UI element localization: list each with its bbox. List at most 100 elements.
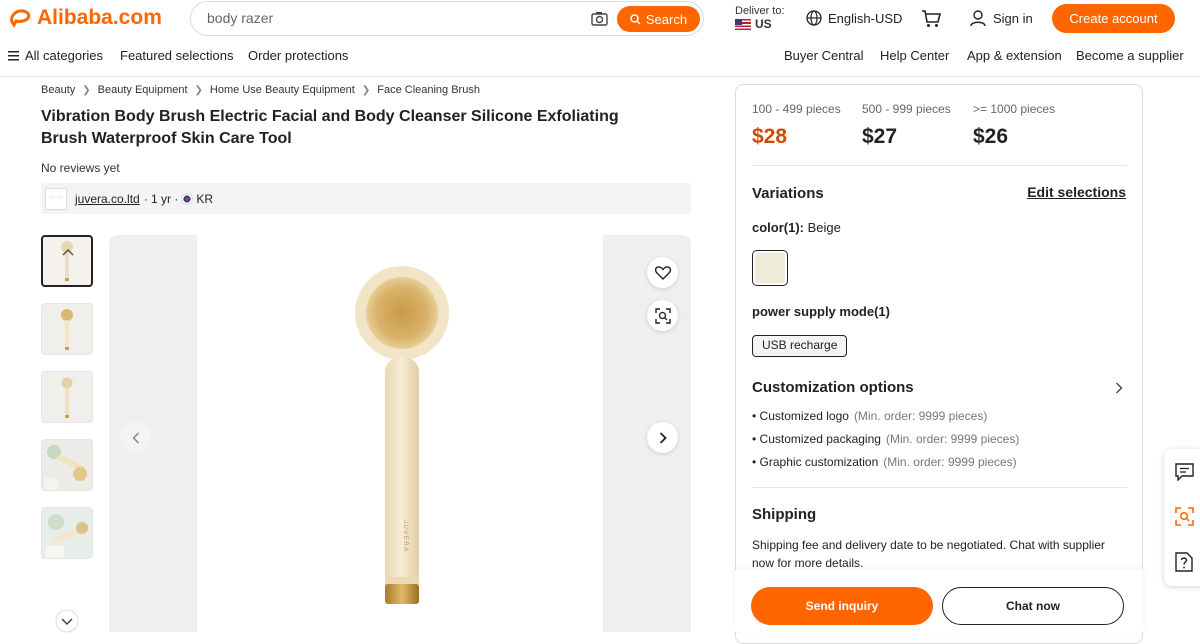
- power-option-usb[interactable]: USB recharge: [752, 335, 848, 357]
- breadcrumb: Beauty ❯ Beauty Equipment ❯ Home Use Bea…: [41, 84, 480, 96]
- breadcrumb-item[interactable]: Home Use Beauty Equipment: [210, 84, 355, 96]
- all-categories-label: All categories: [25, 48, 104, 63]
- nav-order-protections[interactable]: Order protections: [248, 48, 348, 63]
- thumbnail-image[interactable]: [41, 371, 93, 423]
- image-search-side-button[interactable]: [1175, 507, 1194, 531]
- chevron-up-icon[interactable]: [62, 248, 74, 256]
- nav-become-supplier[interactable]: Become a supplier: [1076, 48, 1184, 63]
- menu-icon: [8, 50, 19, 60]
- customization-title: Customization options: [752, 379, 914, 396]
- help-document-icon: [1175, 552, 1193, 572]
- price-tier-price: $28: [752, 125, 788, 148]
- customization-name: Graphic customization: [759, 455, 879, 469]
- all-categories-menu[interactable]: All categories: [8, 48, 103, 63]
- chevron-right-icon: ❯: [194, 84, 203, 96]
- alibaba-logo-icon: [10, 9, 31, 28]
- color-option-label: color(1): Beige: [752, 220, 841, 235]
- language-label: English-USD: [828, 10, 903, 26]
- customization-name: Customized packaging: [759, 432, 881, 446]
- chevron-left-icon: [131, 431, 139, 444]
- edit-selections-link[interactable]: Edit selections: [1027, 184, 1126, 200]
- deliver-to[interactable]: Deliver to: US: [735, 5, 785, 31]
- product-title: Vibration Body Brush Electric Facial and…: [41, 108, 619, 147]
- brush-thumbnail-graphic: [61, 309, 73, 350]
- variations-title: Variations: [752, 185, 824, 202]
- product-image-canvas: JUVERA: [197, 235, 603, 632]
- heart-icon: [654, 265, 671, 280]
- supplier-logo: ······: [45, 187, 67, 210]
- thumbnail-image[interactable]: [41, 235, 93, 287]
- image-search-button[interactable]: [647, 300, 678, 331]
- search-button[interactable]: Search: [617, 6, 700, 32]
- supplier-info: ······ juvera.co.ltd · 1 yr · KR: [41, 183, 691, 214]
- messages-button[interactable]: [1175, 463, 1194, 486]
- chat-bubble-icon: [1175, 463, 1194, 482]
- nav-app-extension[interactable]: App & extension: [967, 48, 1062, 63]
- globe-icon: [806, 10, 822, 26]
- cart-icon[interactable]: [921, 9, 941, 28]
- help-button[interactable]: [1175, 552, 1193, 577]
- price-tier-range: 500 - 999 pieces: [862, 102, 951, 116]
- price-tier-range: 100 - 499 pieces: [752, 102, 841, 116]
- thumbnail-scroll-down-button[interactable]: [55, 609, 79, 633]
- price-tier-price: $27: [862, 125, 898, 148]
- body-brush-image: JUVERA: [355, 266, 449, 604]
- price-tier-price: $26: [973, 125, 1009, 148]
- thumbnail-image[interactable]: [41, 303, 93, 355]
- chevron-right-icon: ❯: [82, 84, 91, 96]
- floating-toolbar: [1164, 449, 1200, 586]
- color-label: color(1):: [752, 220, 804, 235]
- customization-name: Customized logo: [759, 409, 849, 423]
- chevron-right-icon[interactable]: [1115, 382, 1123, 394]
- top-header: Alibaba.com Search Deliver to: US En: [0, 0, 1200, 77]
- search-input[interactable]: [207, 10, 567, 26]
- alibaba-logo[interactable]: Alibaba.com: [8, 6, 162, 30]
- chevron-right-icon: ❯: [361, 84, 371, 96]
- logo-text: Alibaba.com: [37, 6, 162, 29]
- user-icon: [970, 10, 986, 27]
- power-supply-label: power supply mode(1): [752, 304, 890, 319]
- nav-buyer-central[interactable]: Buyer Central: [784, 48, 863, 63]
- favorite-button[interactable]: [647, 257, 678, 288]
- chat-now-button[interactable]: Chat now: [942, 587, 1124, 625]
- send-inquiry-button[interactable]: Send inquiry: [751, 587, 933, 625]
- search-bar: Search: [190, 1, 704, 36]
- search-icon: [630, 13, 641, 25]
- brush-thumbnail-graphic: [61, 241, 73, 281]
- customization-item: • Customized packaging (Min. order: 9999 …: [752, 432, 1020, 446]
- supplier-name-link[interactable]: juvera.co.ltd: [75, 192, 140, 206]
- brush-thumbnail-graphic: [61, 377, 73, 418]
- next-image-button[interactable]: [647, 422, 678, 453]
- purchase-panel: 100 - 499 pieces $28 500 - 999 pieces $2…: [735, 84, 1143, 644]
- lifestyle-thumbnail-graphic: [42, 508, 92, 558]
- color-value: Beige: [807, 220, 841, 235]
- nav-help-center[interactable]: Help Center: [880, 48, 949, 63]
- sign-in-link[interactable]: Sign in: [970, 10, 1033, 27]
- thumbnail-image[interactable]: [41, 507, 93, 559]
- prev-image-button[interactable]: [120, 422, 151, 453]
- breadcrumb-item[interactable]: Face Cleaning Brush: [377, 84, 480, 96]
- us-flag-icon: [735, 19, 751, 30]
- reviews-status: No reviews yet: [41, 161, 120, 175]
- shipping-text: Shipping fee and delivery date to be neg…: [752, 538, 1105, 570]
- nav-featured-selections[interactable]: Featured selections: [120, 48, 233, 63]
- customization-item: • Graphic customization (Min. order: 9999…: [752, 455, 1017, 469]
- customization-min: (Min. order: 9999 pieces): [883, 455, 1017, 469]
- supplier-years: · 1 yr ·: [143, 191, 179, 206]
- brush-brand-text: JUVERA: [402, 520, 408, 553]
- deliver-country: US: [755, 17, 772, 31]
- breadcrumb-item[interactable]: Beauty Equipment: [98, 84, 188, 96]
- create-account-button[interactable]: Create account: [1052, 4, 1175, 33]
- language-selector[interactable]: English-USD: [806, 10, 902, 26]
- supplier-country: KR: [196, 191, 214, 206]
- breadcrumb-item[interactable]: Beauty: [41, 84, 75, 96]
- color-swatch-beige[interactable]: [752, 250, 788, 286]
- customization-item: • Customized logo (Min. order: 9999 piece…: [752, 409, 988, 423]
- thumbnail-image[interactable]: [41, 439, 93, 491]
- image-search-icon: [654, 307, 671, 324]
- scan-icon: [1175, 507, 1194, 526]
- main-product-image: JUVERA: [109, 235, 691, 632]
- action-bar: Send inquiry Chat now: [735, 570, 1143, 632]
- camera-search-icon[interactable]: [591, 11, 608, 26]
- price-tier-range: >= 1000 pieces: [973, 102, 1056, 116]
